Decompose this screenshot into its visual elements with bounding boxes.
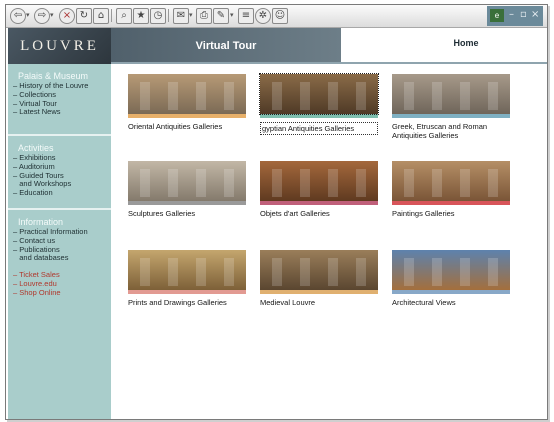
- favorites-icon[interactable]: ★: [133, 8, 149, 24]
- sidebar-section: Palais & Museum – History of the Louvre – …: [8, 70, 111, 117]
- browser-toolbar: ⇦ ▾ ⇨ ▾ × ↻ ⌂ ⌕ ★ ◷ ✉ ▾ ⎙ ✎ ▾ ≡ ✲ ☺ e – …: [6, 5, 547, 28]
- gallery-thumbnail[interactable]: [259, 73, 379, 115]
- print-icon[interactable]: ⎙: [196, 8, 212, 24]
- mail-icon[interactable]: ✉: [173, 8, 189, 24]
- toolbar-separator: [111, 9, 112, 22]
- gallery-color-stripe: [392, 201, 510, 205]
- sidebar-nav: Palais & Museum – History of the Louvre – …: [8, 64, 111, 419]
- gallery-color-stripe: [128, 290, 246, 294]
- refresh-icon[interactable]: ↻: [76, 8, 92, 24]
- stop-icon[interactable]: ×: [59, 8, 75, 24]
- mail-dropdown-icon[interactable]: ▾: [189, 11, 193, 19]
- sidebar-link[interactable]: – Education: [8, 188, 111, 198]
- page-title: Virtual Tour: [195, 40, 257, 52]
- toolbar-separator: [168, 9, 169, 22]
- gallery-thumbnail[interactable]: [260, 250, 378, 290]
- sidebar-section: Activities – Exhibitions – Auditorium – Gui…: [8, 142, 111, 198]
- messenger-icon[interactable]: ✲: [255, 8, 271, 24]
- gallery-thumbnail[interactable]: [260, 161, 378, 201]
- gallery-thumbnail[interactable]: [392, 161, 510, 201]
- close-button[interactable]: ×: [531, 9, 539, 20]
- gallery-thumbnail[interactable]: [392, 250, 510, 290]
- forward-icon[interactable]: ⇨: [34, 8, 50, 24]
- history-icon[interactable]: ◷: [150, 8, 166, 24]
- gallery-color-stripe: [128, 114, 246, 118]
- sidebar-section: Information – Practical Information – Cont…: [8, 216, 111, 298]
- gallery-color-stripe: [260, 201, 378, 205]
- gallery-caption[interactable]: Sculptures Galleries: [128, 209, 246, 218]
- gallery-caption[interactable]: Architectural Views: [392, 298, 510, 307]
- discuss-icon[interactable]: ≡: [238, 8, 254, 24]
- gallery-card[interactable]: Objets d'art Galleries: [260, 161, 378, 218]
- sidebar-link[interactable]: – Shop Online: [8, 288, 111, 298]
- louvre-logo[interactable]: LOUVRE: [8, 28, 111, 64]
- gallery-card[interactable]: gyptian Antiquities Galleries: [259, 73, 379, 135]
- gallery-grid: Oriental Antiquities Galleries gyptian An…: [111, 64, 547, 419]
- sidebar-divider: [8, 134, 111, 136]
- gallery-card[interactable]: Oriental Antiquities Galleries: [128, 74, 246, 131]
- home-icon[interactable]: ⌂: [93, 8, 109, 24]
- gallery-color-stripe: [260, 114, 378, 118]
- gallery-card[interactable]: Architectural Views: [392, 250, 510, 307]
- edit-icon[interactable]: ✎: [213, 8, 229, 24]
- sidebar-link[interactable]: – Publications and databases: [8, 245, 111, 264]
- sidebar-divider: [8, 208, 111, 210]
- maximize-button[interactable]: ▫: [520, 9, 527, 20]
- gallery-caption[interactable]: Paintings Galleries: [392, 209, 510, 218]
- gallery-card[interactable]: Prints and Drawings Galleries: [128, 250, 246, 307]
- gallery-card[interactable]: Paintings Galleries: [392, 161, 510, 218]
- user-icon[interactable]: ☺: [272, 8, 288, 24]
- home-link[interactable]: Home: [426, 34, 506, 52]
- gallery-color-stripe: [392, 290, 510, 294]
- gallery-thumbnail[interactable]: [392, 74, 510, 114]
- search-icon[interactable]: ⌕: [116, 8, 132, 24]
- gallery-color-stripe: [392, 114, 510, 118]
- gallery-card[interactable]: Greek, Etruscan and Roman Antiquities Ga…: [392, 74, 510, 140]
- gallery-card[interactable]: Medieval Louvre: [260, 250, 378, 307]
- sidebar-link[interactable]: – Latest News: [8, 108, 111, 117]
- gallery-thumbnail[interactable]: [128, 161, 246, 201]
- gallery-caption[interactable]: Oriental Antiquities Galleries: [128, 122, 246, 131]
- browser-window: ⇦ ▾ ⇨ ▾ × ↻ ⌂ ⌕ ★ ◷ ✉ ▾ ⎙ ✎ ▾ ≡ ✲ ☺ e – …: [5, 4, 548, 420]
- sidebar-link[interactable]: – Guided Tours and Workshops: [8, 171, 111, 190]
- page-title-bar: Virtual Tour: [111, 28, 341, 64]
- gallery-caption[interactable]: Greek, Etruscan and Roman Antiquities Ga…: [392, 122, 510, 140]
- edit-dropdown-icon[interactable]: ▾: [230, 11, 234, 19]
- browser-logo-icon: e: [490, 9, 504, 22]
- gallery-caption[interactable]: gyptian Antiquities Galleries: [260, 122, 378, 135]
- back-icon[interactable]: ⇦: [10, 8, 26, 24]
- forward-dropdown-icon[interactable]: ▾: [50, 11, 54, 19]
- back-dropdown-icon[interactable]: ▾: [26, 11, 30, 19]
- window-controls: e – ▫ ×: [487, 6, 543, 26]
- gallery-caption[interactable]: Medieval Louvre: [260, 298, 378, 307]
- site-header: LOUVRE Virtual Tour Home: [6, 28, 547, 64]
- gallery-thumbnail[interactable]: [128, 74, 246, 114]
- minimize-button[interactable]: –: [509, 9, 514, 20]
- gallery-thumbnail[interactable]: [128, 250, 246, 290]
- gallery-caption[interactable]: Prints and Drawings Galleries: [128, 298, 246, 307]
- gallery-card[interactable]: Sculptures Galleries: [128, 161, 246, 218]
- gallery-caption[interactable]: Objets d'art Galleries: [260, 209, 378, 218]
- gallery-color-stripe: [260, 290, 378, 294]
- gallery-color-stripe: [128, 201, 246, 205]
